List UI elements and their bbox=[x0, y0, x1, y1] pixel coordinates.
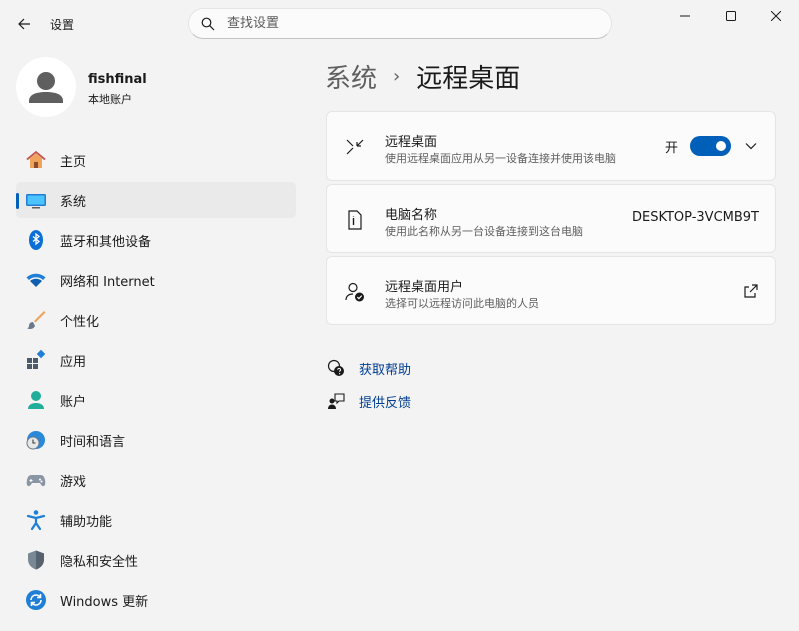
profile-name: fishfinal bbox=[88, 72, 147, 87]
sidebar-item-label: 网络和 Internet bbox=[60, 274, 155, 290]
system-icon bbox=[25, 189, 47, 211]
pc-info-icon bbox=[343, 208, 367, 232]
user-avatar-icon bbox=[29, 72, 63, 103]
external-link-icon[interactable] bbox=[743, 283, 759, 299]
maximize-button[interactable] bbox=[708, 0, 754, 32]
sidebar-item-label: 蓝牙和其他设备 bbox=[60, 234, 152, 250]
card-title: 远程桌面 bbox=[385, 135, 438, 150]
sidebar-item-time-language[interactable]: 时间和语言 bbox=[16, 422, 296, 458]
toggle-knob bbox=[716, 141, 726, 151]
account-icon bbox=[25, 389, 47, 411]
breadcrumb-parent[interactable]: 系统 bbox=[325, 58, 377, 95]
remote-desktop-toggle[interactable] bbox=[690, 136, 731, 156]
sidebar-item-label: Windows 更新 bbox=[60, 594, 149, 610]
breadcrumb: 系统 › 远程桌面 bbox=[325, 58, 520, 95]
toggle-state-label: 开 bbox=[665, 141, 679, 156]
sidebar-item-label: 个性化 bbox=[60, 314, 100, 330]
back-button[interactable] bbox=[12, 12, 36, 36]
sidebar-item-bluetooth[interactable]: 蓝牙和其他设备 bbox=[16, 222, 296, 258]
sidebar-item-apps[interactable]: 应用 bbox=[16, 342, 296, 378]
pc-name-value: DESKTOP-3VCMB9T bbox=[632, 210, 759, 225]
app-title: 设置 bbox=[50, 18, 75, 32]
remote-desktop-card[interactable]: 远程桌面 使用远程桌面应用从另一设备连接并使用该电脑 开 bbox=[326, 111, 776, 181]
give-feedback-link[interactable]: 提供反馈 bbox=[326, 391, 411, 411]
page-title: 远程桌面 bbox=[416, 64, 521, 94]
sidebar-item-network[interactable]: 网络和 Internet bbox=[16, 262, 296, 298]
search-icon bbox=[201, 17, 215, 30]
title-bar: 设置 bbox=[0, 0, 799, 48]
sidebar-item-label: 时间和语言 bbox=[60, 434, 126, 450]
help-icon bbox=[326, 358, 346, 378]
chevron-down-icon[interactable] bbox=[744, 139, 758, 153]
sidebar-item-personalization[interactable]: 个性化 bbox=[16, 302, 296, 338]
gamepad-icon bbox=[25, 469, 47, 491]
close-icon bbox=[771, 11, 781, 21]
bluetooth-icon bbox=[25, 229, 47, 251]
user-check-icon bbox=[343, 280, 367, 304]
sidebar-item-home[interactable]: 主页 bbox=[16, 142, 296, 178]
give-feedback-label[interactable]: 提供反馈 bbox=[359, 392, 411, 411]
card-subtitle: 使用此名称从另一台设备连接到这台电脑 bbox=[385, 225, 583, 238]
sidebar-item-label: 主页 bbox=[60, 154, 87, 170]
minimize-button[interactable] bbox=[662, 0, 708, 32]
remote-desktop-icon bbox=[343, 135, 367, 159]
sidebar-item-label: 系统 bbox=[60, 194, 87, 210]
shield-icon bbox=[25, 549, 47, 571]
time-language-icon bbox=[25, 429, 47, 451]
profile-account-type: 本地账户 bbox=[88, 93, 132, 106]
sidebar-item-label: 应用 bbox=[60, 354, 87, 370]
accessibility-icon bbox=[25, 509, 47, 531]
search-input[interactable] bbox=[227, 16, 587, 31]
sidebar-item-accessibility[interactable]: 辅助功能 bbox=[16, 502, 296, 538]
sidebar-item-label: 辅助功能 bbox=[60, 514, 113, 530]
avatar[interactable] bbox=[16, 57, 76, 117]
sidebar-item-system[interactable]: 系统 bbox=[16, 182, 296, 218]
back-arrow-icon bbox=[18, 18, 30, 30]
sidebar-item-label: 账户 bbox=[60, 394, 87, 410]
minimize-icon bbox=[680, 15, 690, 17]
home-icon bbox=[25, 149, 47, 171]
card-title: 电脑名称 bbox=[385, 208, 438, 223]
apps-icon bbox=[25, 349, 47, 371]
brush-icon bbox=[25, 309, 47, 331]
search-box[interactable] bbox=[188, 8, 612, 39]
card-title: 远程桌面用户 bbox=[385, 280, 464, 295]
remote-users-card[interactable]: 远程桌面用户 选择可以远程访问此电脑的人员 bbox=[326, 256, 776, 325]
sidebar-item-label: 游戏 bbox=[60, 474, 87, 490]
close-button[interactable] bbox=[753, 0, 799, 32]
sidebar-item-windows-update[interactable]: Windows 更新 bbox=[16, 582, 296, 618]
card-subtitle: 使用远程桌面应用从另一设备连接并使用该电脑 bbox=[385, 152, 616, 165]
sidebar-item-accounts[interactable]: 账户 bbox=[16, 382, 296, 418]
card-subtitle: 选择可以远程访问此电脑的人员 bbox=[385, 297, 539, 310]
sidebar-item-label: 隐私和安全性 bbox=[60, 554, 139, 570]
maximize-icon bbox=[726, 11, 736, 21]
sidebar-item-privacy[interactable]: 隐私和安全性 bbox=[16, 542, 296, 578]
update-icon bbox=[25, 589, 47, 611]
breadcrumb-separator: › bbox=[393, 66, 401, 87]
feedback-icon bbox=[326, 391, 346, 411]
get-help-label[interactable]: 获取帮助 bbox=[359, 359, 411, 378]
sidebar-nav: 主页 系统 蓝牙和其他设备 网络和 Internet 个性化 应用 账户 时间和… bbox=[16, 142, 296, 622]
wifi-icon bbox=[25, 269, 47, 291]
sidebar-item-gaming[interactable]: 游戏 bbox=[16, 462, 296, 498]
pc-name-card: 电脑名称 使用此名称从另一台设备连接到这台电脑 DESKTOP-3VCMB9T bbox=[326, 184, 776, 253]
get-help-link[interactable]: 获取帮助 bbox=[326, 358, 411, 378]
